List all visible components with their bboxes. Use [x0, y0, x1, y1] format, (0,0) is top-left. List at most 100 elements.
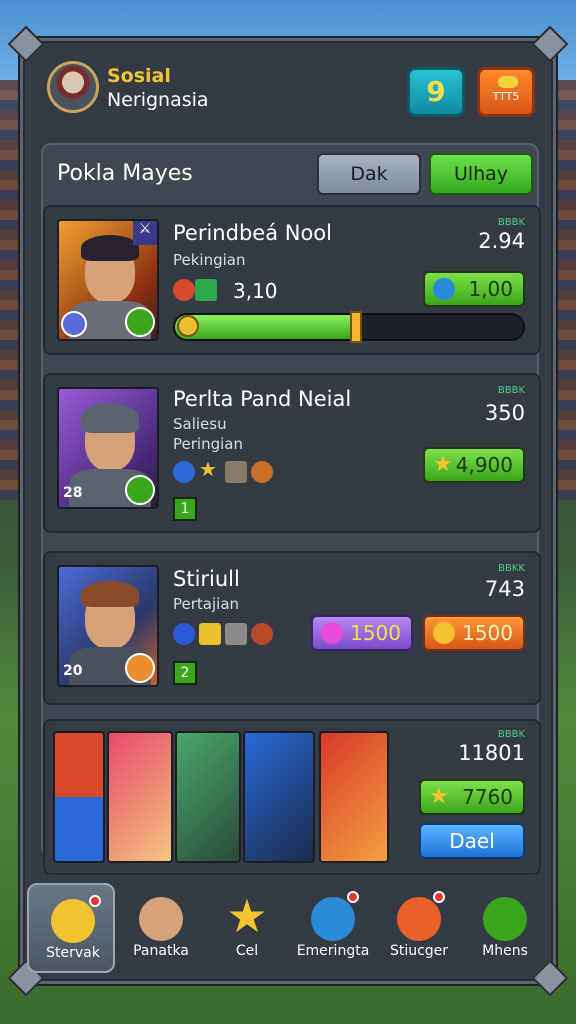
- coin-icon: [433, 622, 455, 644]
- buy-button[interactable]: 1,00: [423, 271, 525, 307]
- bolt-icon: [199, 623, 221, 645]
- face-icon: [125, 653, 155, 683]
- fire-icon: [173, 279, 195, 301]
- card-value: 350: [484, 401, 525, 425]
- team-portrait: [107, 731, 173, 863]
- player-name: Perlta Pand Neial: [173, 387, 352, 411]
- notification-dot: [89, 895, 101, 907]
- globe-icon: [311, 897, 355, 941]
- buy-button[interactable]: ★ 4,900: [423, 447, 525, 483]
- clover-icon: [125, 475, 155, 505]
- team-portrait: [243, 731, 315, 863]
- orb-icon: [397, 897, 441, 941]
- coin-icon: [498, 76, 518, 88]
- portrait-hair: [81, 581, 139, 607]
- player-name: Stiriull: [173, 567, 240, 591]
- section-title: Pokla Mayes: [57, 161, 193, 186]
- dak-button[interactable]: Dak: [317, 153, 421, 195]
- player-portrait: ⚔: [57, 219, 159, 341]
- panel-corner: [531, 25, 569, 63]
- smiley-icon: [51, 899, 95, 943]
- panel-corner: [7, 25, 45, 63]
- portrait-helmet: [81, 403, 139, 433]
- currency-value: TTT5: [492, 90, 520, 103]
- nav-label: Stiucger: [389, 943, 449, 959]
- person-icon: [139, 897, 183, 941]
- level-badge: 1: [173, 497, 197, 521]
- shield-icon: [251, 461, 273, 483]
- notification-dot: [347, 891, 359, 903]
- portrait-number: 28: [63, 485, 83, 501]
- star-icon: ★: [199, 457, 217, 481]
- nav-item-cel[interactable]: ★ Cel: [203, 883, 291, 973]
- player-role: Pertajian: [173, 595, 240, 613]
- nav-label: Cel: [235, 943, 259, 959]
- player-card[interactable]: 28 Perlta Pand Neial Saliesu Peringian ★…: [43, 373, 541, 533]
- currency-badge[interactable]: TTT5: [477, 67, 535, 117]
- portrait-number: 20: [63, 663, 83, 679]
- portrait-hair: [81, 235, 139, 261]
- feather-icon: [433, 278, 455, 300]
- price-value: 4,900: [455, 453, 513, 477]
- progress-fill: [175, 315, 356, 339]
- team-portrait: [53, 731, 105, 863]
- team-portrait: [175, 731, 241, 863]
- nav-item-panatka[interactable]: Panatka: [117, 883, 205, 973]
- card-tag: BBBK: [497, 729, 525, 740]
- player-avatar[interactable]: [47, 61, 99, 113]
- team-card[interactable]: BBBK 11801 ★ 7760 Dael: [43, 719, 541, 875]
- notification-dot: [433, 891, 445, 903]
- buy-gem-button[interactable]: 1500: [311, 615, 413, 651]
- card-tag: BBBK: [497, 217, 525, 228]
- helmet-icon: [225, 461, 247, 483]
- main-panel: Sosial Nerignasia 9 TTT5 Pokla Mayes Dak…: [7, 25, 569, 997]
- player-card[interactable]: 20 Stiriull Pertajian 2 BBKK 743 1500 15…: [43, 551, 541, 705]
- nav-label: Stervak: [46, 945, 100, 961]
- star-icon: ★: [429, 784, 449, 809]
- buy-team-button[interactable]: ★ 7760: [419, 779, 525, 815]
- level-badge: 2: [173, 661, 197, 685]
- player-role: Pekingian: [173, 251, 246, 269]
- player-stat: 3,10: [233, 279, 278, 303]
- bottom-nav: Stervak Panatka ★ Cel Emeringta Stiucger…: [25, 883, 551, 975]
- player-portrait: 20: [57, 565, 159, 687]
- gem-icon: [195, 279, 217, 301]
- deal-button[interactable]: Dael: [419, 823, 525, 859]
- progress-bar: [173, 313, 525, 341]
- card-value: 743: [484, 577, 525, 601]
- shield-icon: [251, 623, 273, 645]
- leaf-icon: [483, 897, 527, 941]
- nav-item-emeringta[interactable]: Emeringta: [289, 883, 377, 973]
- card-value: 11801: [458, 741, 525, 765]
- lightning-icon: [61, 311, 87, 337]
- player-name: Perindbeá Nool: [173, 221, 332, 245]
- sun-icon: [177, 315, 199, 337]
- nav-label: Panatka: [133, 943, 189, 959]
- card-tag: BBBK: [497, 385, 525, 396]
- progress-knob: [350, 311, 363, 343]
- team-portrait: [319, 731, 389, 863]
- header-bar: Sosial Nerignasia 9 TTT5: [45, 57, 537, 121]
- nav-item-stervak[interactable]: Stervak: [27, 883, 115, 973]
- header-subtitle: Nerignasia: [107, 89, 209, 111]
- water-icon: [173, 623, 195, 645]
- nav-label: Emeringta: [296, 943, 370, 959]
- water-icon: [173, 461, 195, 483]
- price-value: 1,00: [468, 277, 513, 301]
- helmet-icon: [225, 623, 247, 645]
- price-value: 1500: [462, 621, 513, 645]
- sword-icon: ⚔: [133, 221, 157, 245]
- player-card[interactable]: ⚔ Perindbeá Nool Pekingian 3,10 BBBK 2.9…: [43, 205, 541, 355]
- ulhay-button[interactable]: Ulhay: [429, 153, 533, 195]
- player-subrole: Peringian: [173, 435, 243, 453]
- header-title: Sosial: [107, 65, 171, 87]
- gem-icon: [321, 622, 343, 644]
- nav-item-mhens[interactable]: Mhens: [461, 883, 549, 973]
- star-icon: ★: [433, 452, 453, 477]
- level-badge[interactable]: 9: [407, 67, 465, 117]
- buy-coin-button[interactable]: 1500: [423, 615, 525, 651]
- clover-icon: [125, 307, 155, 337]
- nav-item-stiucger[interactable]: Stiucger: [375, 883, 463, 973]
- player-role: Saliesu: [173, 415, 227, 433]
- card-value: 2.94: [478, 229, 525, 253]
